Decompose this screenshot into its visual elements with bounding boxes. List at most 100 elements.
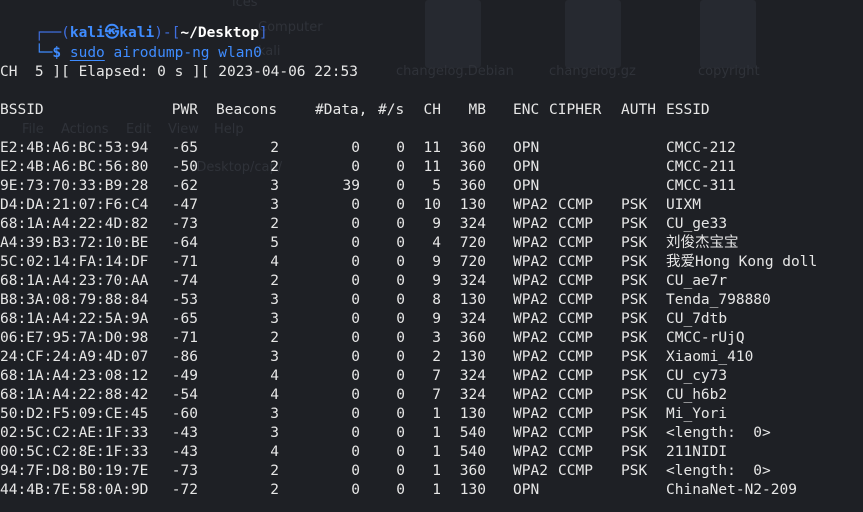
cell-rate: 0: [396, 254, 405, 270]
cell-auth: PSK: [621, 349, 648, 365]
header-rate: #/s: [378, 102, 405, 118]
cell-auth: PSK: [621, 254, 648, 270]
cell-essid: CU_ae7r: [666, 273, 728, 289]
cell-mb: 540: [459, 425, 486, 441]
cell-enc: WPA2: [513, 349, 548, 365]
cell-mb: 130: [459, 406, 486, 422]
cell-data: 0: [351, 140, 360, 156]
cell-enc: WPA2: [513, 273, 548, 289]
cell-rate: 0: [396, 311, 405, 327]
cell-cipher: CCMP: [558, 368, 593, 384]
header-data: #Data,: [315, 102, 368, 118]
cell-enc: WPA2: [513, 387, 548, 403]
header-pwr: PWR: [171, 102, 198, 118]
cell-enc: OPN: [513, 178, 540, 194]
table-row: 68:1A:A4:22:4D:82 -73 2 0 0 9 324 WPA2 CCMP PSK CU…: [0, 215, 863, 234]
cell-ch: 1: [432, 482, 441, 498]
cell-bssid: A4:39:B3:72:10:BE: [0, 235, 149, 251]
table-row: 68:1A:A4:23:70:AA -74 2 0 0 9 324 WPA2 CCMP PSK CU…: [0, 272, 863, 291]
cell-beacons: 3: [270, 197, 279, 213]
cell-pwr: -64: [171, 235, 198, 251]
cell-ch: 8: [432, 292, 441, 308]
cell-beacons: 3: [270, 178, 279, 194]
cell-data: 0: [351, 425, 360, 441]
cell-enc: WPA2: [513, 311, 548, 327]
command-sudo: sudo: [69, 45, 105, 61]
cell-data: 0: [351, 406, 360, 422]
table-row: A4:39:B3:72:10:BE -64 5 0 0 4 720 WPA2 CCMP PSK 刘俊…: [0, 234, 863, 253]
cell-rate: 0: [396, 482, 405, 498]
table-row: 06:E7:95:7A:D0:98 -71 2 0 0 3 360 WPA2 CCMP PSK CM…: [0, 329, 863, 348]
cell-rate: 0: [396, 235, 405, 251]
header-bssid: BSSID: [0, 102, 44, 118]
header-auth: AUTH: [621, 102, 656, 118]
cell-beacons: 2: [270, 330, 279, 346]
cell-data: 0: [351, 444, 360, 460]
cell-data: 0: [351, 292, 360, 308]
table-row: 44:4B:7E:58:0A:9D -72 2 0 0 1 130 OPN ChinaNet-N…: [0, 481, 863, 500]
cell-beacons: 2: [270, 482, 279, 498]
cell-mb: 360: [459, 140, 486, 156]
cell-pwr: -73: [171, 463, 198, 479]
cell-pwr: -86: [171, 349, 198, 365]
cell-enc: WPA2: [513, 425, 548, 441]
cell-ch: 1: [432, 425, 441, 441]
cell-ch: 5: [432, 178, 441, 194]
cell-enc: WPA2: [513, 330, 548, 346]
cell-ch: 9: [432, 254, 441, 270]
cell-auth: PSK: [621, 235, 648, 251]
cell-beacons: 2: [270, 159, 279, 175]
cell-beacons: 2: [270, 273, 279, 289]
cell-auth: PSK: [621, 387, 648, 403]
cell-data: 0: [351, 197, 360, 213]
cell-mb: 360: [459, 159, 486, 175]
cell-mb: 360: [459, 330, 486, 346]
cell-rate: 0: [396, 368, 405, 384]
cell-ch: 9: [432, 216, 441, 232]
cell-rate: 0: [396, 406, 405, 422]
cell-beacons: 2: [270, 140, 279, 156]
cell-enc: OPN: [513, 482, 540, 498]
cell-ch: 2: [432, 349, 441, 365]
terminal-output[interactable]: ┌──(kali㉿kali)-[~/Desktop] └─$ sudo airo…: [0, 0, 863, 512]
cell-bssid: 24:CF:24:A9:4D:07: [0, 349, 149, 365]
cell-beacons: 4: [270, 444, 279, 460]
cell-beacons: 4: [270, 254, 279, 270]
cell-bssid: D4:DA:21:07:F6:C4: [0, 197, 149, 213]
cell-data: 0: [351, 349, 360, 365]
cell-auth: PSK: [621, 216, 648, 232]
cell-data: 0: [351, 159, 360, 175]
cell-beacons: 2: [270, 216, 279, 232]
cell-beacons: 3: [270, 292, 279, 308]
cell-auth: PSK: [621, 292, 648, 308]
cell-mb: 360: [459, 463, 486, 479]
cell-data: 0: [351, 311, 360, 327]
cell-cipher: CCMP: [558, 254, 593, 270]
cell-essid: Mi_Yori: [666, 406, 728, 422]
cell-enc: WPA2: [513, 197, 548, 213]
cell-ch: 4: [432, 235, 441, 251]
cell-mb: 540: [459, 444, 486, 460]
table-header: BSSID PWR Beacons #Data, #/s CH MB ENC C…: [0, 101, 863, 120]
cell-ch: 11: [423, 140, 441, 156]
cell-enc: WPA2: [513, 235, 548, 251]
cell-enc: WPA2: [513, 216, 548, 232]
cell-enc: WPA2: [513, 406, 548, 422]
command-line: └─$ sudo airodump-ng wlan0: [0, 25, 262, 61]
cell-mb: 720: [459, 235, 486, 251]
cell-cipher: CCMP: [558, 273, 593, 289]
cell-cipher: CCMP: [558, 216, 593, 232]
cell-beacons: 3: [270, 349, 279, 365]
cell-enc: OPN: [513, 140, 540, 156]
cell-bssid: 44:4B:7E:58:0A:9D: [0, 482, 149, 498]
cell-rate: 0: [396, 387, 405, 403]
cell-data: 0: [351, 216, 360, 232]
table-row: E2:4B:A6:BC:56:80 -50 2 0 0 11 360 OPN CMCC-211: [0, 158, 863, 177]
cell-auth: PSK: [621, 311, 648, 327]
cell-bssid: E2:4B:A6:BC:53:94: [0, 140, 149, 156]
cell-rate: 0: [396, 292, 405, 308]
table-row: 02:5C:C2:AE:1F:33 -43 3 0 0 1 540 WPA2 CCMP PSK <l…: [0, 424, 863, 443]
cell-essid: CMCC-311: [666, 178, 736, 194]
cell-beacons: 5: [270, 235, 279, 251]
cell-mb: 324: [459, 368, 486, 384]
